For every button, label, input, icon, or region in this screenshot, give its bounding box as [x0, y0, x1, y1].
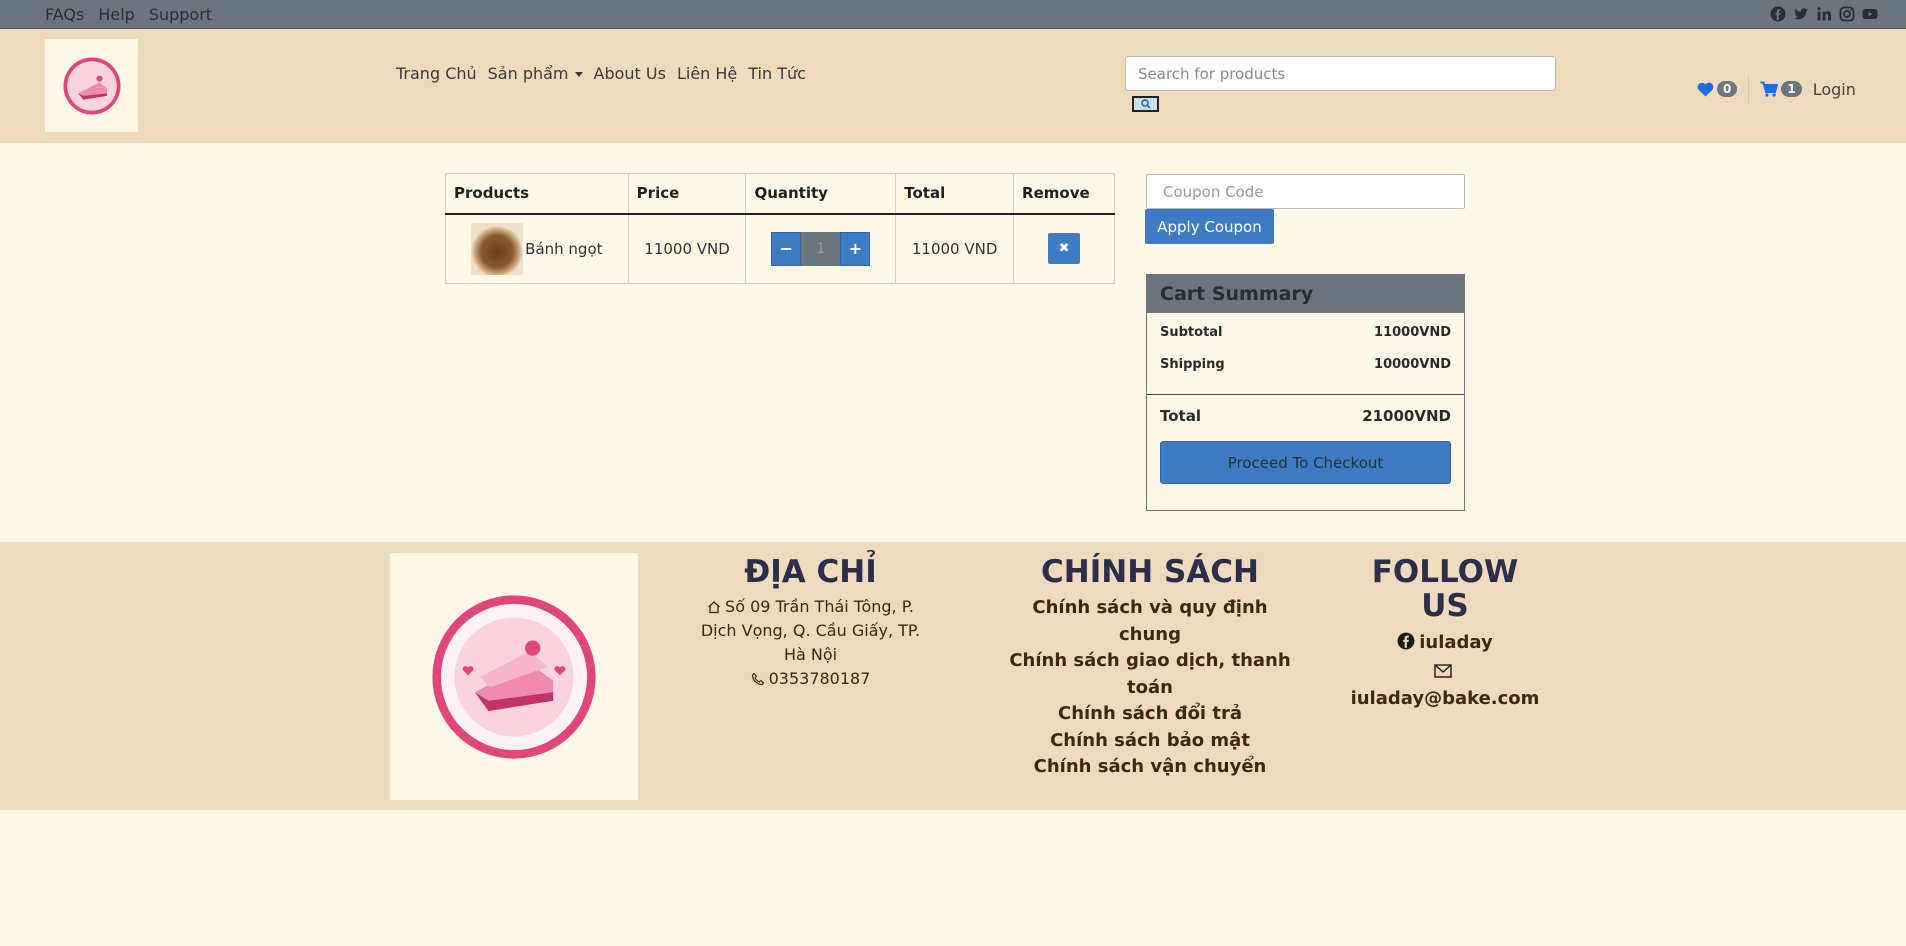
col-total: Total — [895, 173, 1015, 215]
wishlist-count: 0 — [1717, 81, 1738, 97]
total-cell: 11000 VND — [895, 213, 1015, 284]
cart-count: 1 — [1781, 81, 1802, 97]
site-header: Trang Chủ Sản phẩm About Us Liên Hệ Tin … — [0, 29, 1906, 143]
policy-link[interactable]: Chính sách giao dịch, thanh toán — [1000, 648, 1300, 701]
apply-coupon-button[interactable]: Apply Coupon — [1145, 209, 1274, 244]
proceed-to-checkout-button[interactable]: Proceed To Checkout — [1160, 441, 1451, 484]
search-button[interactable] — [1132, 96, 1159, 112]
chevron-down-icon — [574, 72, 583, 77]
login-link[interactable]: Login — [1813, 80, 1856, 99]
logo-image — [62, 56, 121, 115]
total-label: Total — [1160, 407, 1201, 425]
cart-summary: Cart Summary Subtotal 11000VND Shipping … — [1146, 274, 1465, 511]
search-input[interactable]: Search for products — [1125, 56, 1556, 91]
nav-products-label: Sản phẩm — [487, 64, 569, 83]
cart-table: Products Price Quantity Total Remove Bán… — [445, 173, 1115, 284]
nav-about[interactable]: About Us — [594, 64, 666, 83]
phone-line: 0353780187 — [688, 667, 933, 691]
remove-item-button[interactable]: ✖ — [1048, 233, 1081, 265]
email-address: iuladay@bake.com — [1350, 688, 1540, 709]
youtube-icon[interactable] — [1862, 6, 1878, 22]
decrease-quantity-button[interactable]: − — [771, 231, 802, 266]
policy-link[interactable]: Chính sách bảo mật — [1000, 728, 1300, 755]
quantity-stepper: − 1 + — [771, 231, 871, 266]
product-name[interactable]: Bánh ngọt — [525, 240, 602, 258]
cart-summary-title: Cart Summary — [1147, 275, 1464, 313]
support-link[interactable]: Support — [149, 5, 212, 24]
shipping-value: 10000VND — [1374, 357, 1451, 372]
phone-number[interactable]: 0353780187 — [769, 669, 871, 688]
top-links: FAQs Help Support — [45, 5, 212, 24]
footer-follow: FOLLOW US iuladay iuladay@bake.com — [1350, 555, 1540, 713]
summary-divider — [1147, 394, 1464, 395]
address-title: ĐỊA CHỈ — [744, 554, 877, 590]
quantity-input[interactable]: 1 — [801, 231, 841, 266]
col-remove: Remove — [1013, 173, 1115, 215]
product-cell: Bánh ngọt — [445, 213, 629, 284]
search-icon — [1140, 99, 1151, 109]
site-footer: ĐỊA CHỈ Số 09 Trần Thái Tông, P. Dịch Vọ… — [0, 542, 1906, 810]
nav-contact[interactable]: Liên Hệ — [677, 64, 737, 83]
subtotal-row: Subtotal 11000VND — [1147, 325, 1464, 340]
facebook-icon[interactable] — [1770, 6, 1786, 22]
coupon-code-input[interactable]: Coupon Code — [1146, 174, 1465, 209]
help-link[interactable]: Help — [98, 5, 134, 24]
total-value: 21000VND — [1362, 407, 1451, 425]
top-bar: FAQs Help Support — [0, 0, 1906, 29]
follow-title: FOLLOW US — [1371, 554, 1519, 624]
home-icon — [708, 601, 720, 614]
policy-link[interactable]: Chính sách và quy định chung — [1000, 595, 1300, 648]
twitter-icon[interactable] — [1793, 6, 1809, 22]
social-links — [1770, 6, 1878, 22]
divider — [1748, 75, 1750, 103]
subtotal-value: 11000VND — [1374, 325, 1451, 340]
wishlist-button[interactable]: 0 — [1697, 81, 1738, 97]
shipping-row: Shipping 10000VND — [1147, 357, 1464, 372]
shipping-label: Shipping — [1160, 357, 1225, 372]
instagram-icon[interactable] — [1839, 6, 1855, 22]
phone-icon — [751, 672, 764, 686]
nav-news[interactable]: Tin Tức — [748, 64, 806, 83]
footer-address: ĐỊA CHỈ Số 09 Trần Thái Tông, P. Dịch Vọ… — [688, 555, 933, 691]
heart-icon — [1697, 82, 1714, 96]
nav-products[interactable]: Sản phẩm — [488, 64, 583, 83]
col-quantity: Quantity — [745, 173, 897, 215]
policy-link[interactable]: Chính sách vận chuyển — [1000, 754, 1300, 781]
nav-home[interactable]: Trang Chủ — [396, 64, 477, 83]
table-row: Bánh ngọt 11000 VND − 1 + 11000 VND ✖ — [445, 213, 1115, 284]
facebook-handle: iuladay — [1419, 632, 1493, 653]
faqs-link[interactable]: FAQs — [45, 5, 84, 24]
address-text: Số 09 Trần Thái Tông, P. Dịch Vọng, Q. C… — [700, 597, 921, 664]
linkedin-icon[interactable] — [1816, 6, 1832, 22]
main-nav: Trang Chủ Sản phẩm About Us Liên Hệ Tin … — [396, 64, 806, 83]
col-price: Price — [627, 173, 747, 215]
table-header-row: Products Price Quantity Total Remove — [445, 173, 1115, 215]
policy-link[interactable]: Chính sách đổi trả — [1000, 701, 1300, 728]
email-link[interactable]: iuladay@bake.com — [1350, 657, 1540, 713]
total-row: Total 21000VND — [1147, 407, 1464, 425]
logo-image — [432, 594, 596, 759]
facebook-icon — [1397, 632, 1415, 650]
remove-cell: ✖ — [1013, 213, 1115, 284]
col-products: Products — [445, 173, 629, 215]
cart-button[interactable]: 1 — [1760, 81, 1802, 97]
footer-policies: CHÍNH SÁCH Chính sách và quy định chung … — [1000, 555, 1300, 781]
policy-title: CHÍNH SÁCH — [1041, 554, 1259, 590]
facebook-link[interactable]: iuladay — [1350, 629, 1540, 657]
envelope-icon — [1434, 664, 1452, 678]
site-logo[interactable] — [45, 39, 138, 132]
footer-logo[interactable] — [390, 553, 638, 800]
product-thumbnail[interactable] — [471, 222, 524, 275]
price-cell: 11000 VND — [627, 213, 747, 284]
increase-quantity-button[interactable]: + — [840, 231, 871, 266]
address-line: Số 09 Trần Thái Tông, P. Dịch Vọng, Q. C… — [688, 595, 933, 667]
quantity-cell: − 1 + — [745, 213, 897, 284]
header-tools: 0 1 Login — [1697, 75, 1856, 103]
cart-icon — [1760, 81, 1779, 97]
subtotal-label: Subtotal — [1160, 325, 1223, 340]
